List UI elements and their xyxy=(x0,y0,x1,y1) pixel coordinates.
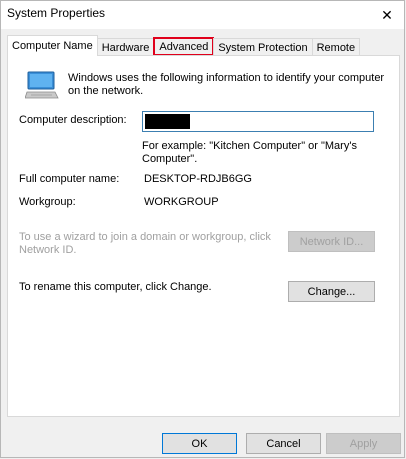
computer-icon xyxy=(25,71,59,99)
intro-text: Windows uses the following information t… xyxy=(68,72,385,97)
workgroup-label: Workgroup: xyxy=(19,196,76,208)
description-label: Computer description: xyxy=(19,114,127,126)
tab-system-protection[interactable]: System Protection xyxy=(213,38,313,56)
example-text: For example: "Kitchen Computer" or "Mary… xyxy=(142,140,357,165)
network-id-text: To use a wizard to join a domain or work… xyxy=(19,231,271,256)
full-name-label: Full computer name: xyxy=(19,173,120,185)
tab-advanced[interactable]: Advanced xyxy=(153,37,215,56)
change-button[interactable]: Change... xyxy=(288,281,375,302)
system-properties-window: System Properties ✕ Computer Name Hardwa… xyxy=(0,0,405,458)
apply-button[interactable]: Apply xyxy=(326,433,401,454)
computer-description-input[interactable] xyxy=(142,111,374,132)
redacted-value xyxy=(145,114,190,129)
rename-text: To rename this computer, click Change. xyxy=(19,281,212,293)
network-id-button[interactable]: Network ID... xyxy=(288,231,375,252)
cancel-button[interactable]: Cancel xyxy=(246,433,321,454)
close-icon[interactable]: ✕ xyxy=(370,1,404,29)
tab-hardware[interactable]: Hardware xyxy=(96,38,155,56)
computer-name-panel: Windows uses the following information t… xyxy=(7,55,400,417)
tab-remote[interactable]: Remote xyxy=(311,38,361,56)
ok-button[interactable]: OK xyxy=(162,433,237,454)
window-title: System Properties xyxy=(7,6,106,20)
tab-strip: Computer Name Hardware Advanced System P… xyxy=(7,35,361,56)
tab-computer-name[interactable]: Computer Name xyxy=(7,35,98,56)
title-bar: System Properties ✕ xyxy=(1,1,404,29)
full-name-value: DESKTOP-RDJB6GG xyxy=(144,173,252,185)
workgroup-value: WORKGROUP xyxy=(144,196,219,208)
